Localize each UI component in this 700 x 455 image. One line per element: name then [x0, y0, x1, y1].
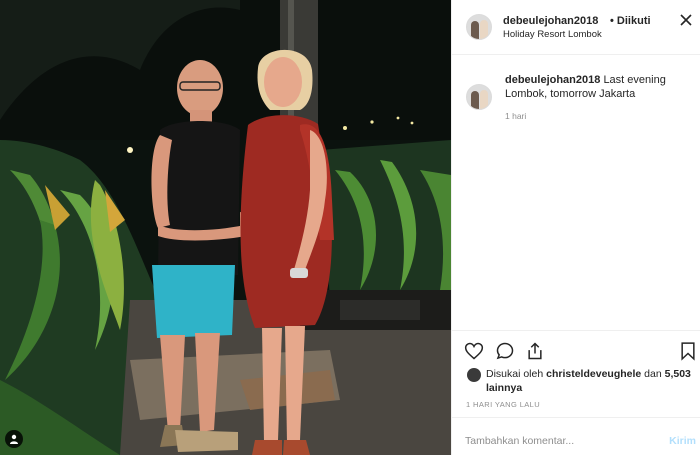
close-icon[interactable] — [678, 12, 694, 28]
liked-and: dan — [644, 368, 662, 380]
separator-dot: • — [610, 15, 614, 27]
caption-timestamp[interactable]: 1 hari — [505, 111, 526, 121]
follow-label: Diikuti — [616, 15, 651, 27]
caption-username[interactable]: debeulejohan2018 — [505, 74, 600, 86]
heart-icon[interactable] — [464, 341, 484, 361]
likes-summary: Disukai oleh christeldeveughele dan 5,50… — [486, 367, 691, 395]
comment-input[interactable]: Tambahkan komentar... — [465, 435, 574, 447]
add-comment-bar: Tambahkan komentar... Kirim — [452, 417, 700, 455]
share-icon[interactable] — [525, 341, 545, 361]
user-tag-icon[interactable] — [5, 430, 23, 448]
caption-author-avatar[interactable] — [466, 84, 492, 110]
person-glyph — [10, 434, 18, 444]
caption-text-block: debeulejohan2018 Last evening Lombok, to… — [505, 73, 675, 101]
follow-status-button[interactable]: • Diikuti — [610, 15, 651, 27]
photo-illustration — [0, 0, 451, 455]
post-header: debeulejohan2018 • Diikuti Holiday Resor… — [452, 0, 700, 55]
liked-prefix: Disukai oleh — [486, 368, 544, 380]
liker-avatar[interactable] — [467, 368, 481, 382]
instagram-post-view: debeulejohan2018 • Diikuti Holiday Resor… — [0, 0, 700, 455]
post-actions: Disukai oleh christeldeveughele dan 5,50… — [452, 330, 700, 455]
post-location[interactable]: Holiday Resort Lombok — [503, 29, 602, 40]
liked-user-link[interactable]: christeldeveughele — [546, 368, 641, 380]
bookmark-icon[interactable] — [678, 341, 698, 361]
comment-icon[interactable] — [495, 341, 515, 361]
post-date[interactable]: 1 HARI YANG LALU — [466, 400, 540, 409]
author-avatar[interactable] — [466, 14, 492, 40]
post-details-panel: debeulejohan2018 • Diikuti Holiday Resor… — [451, 0, 700, 455]
send-comment-button[interactable]: Kirim — [669, 435, 696, 447]
author-username[interactable]: debeulejohan2018 — [503, 15, 598, 27]
post-photo[interactable] — [0, 0, 451, 455]
